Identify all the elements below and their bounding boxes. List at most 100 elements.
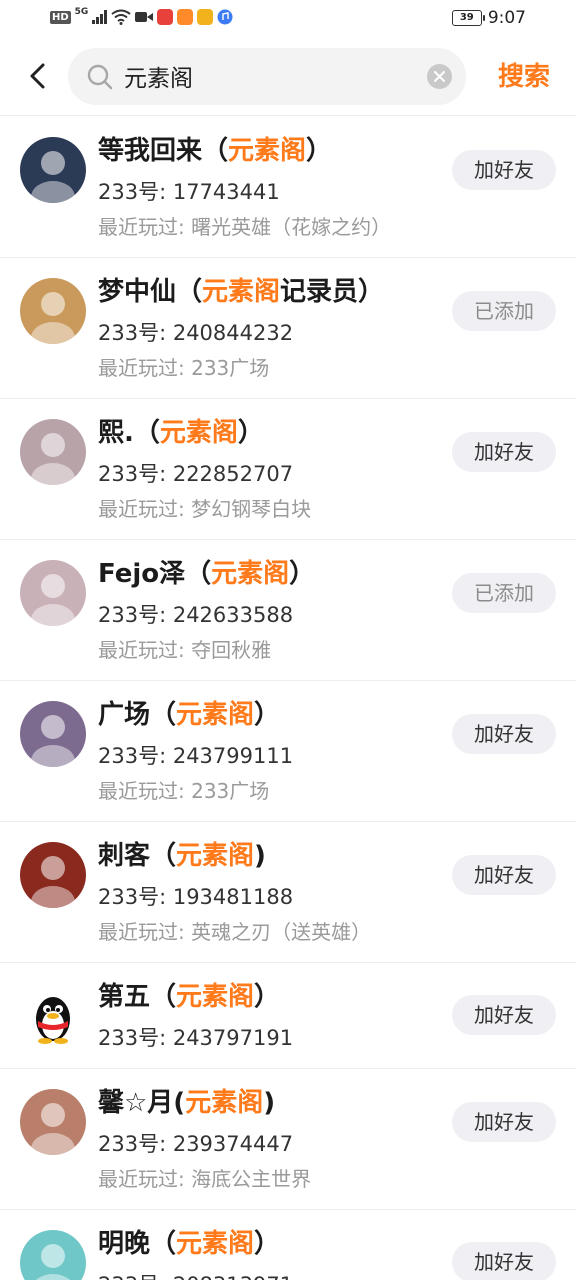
- search-header: 搜索: [0, 38, 576, 116]
- keyword-highlight: 元素阁: [211, 559, 290, 589]
- user-name-suffix: ）: [254, 1229, 281, 1259]
- avatar[interactable]: [20, 1230, 86, 1280]
- avatar[interactable]: [20, 137, 86, 203]
- user-name-suffix: 记录员）: [280, 277, 385, 307]
- user-name-prefix: 刺客（: [98, 841, 177, 871]
- user-id: 233号: 222852707: [98, 462, 294, 486]
- status-icons-left: HD 5G: [50, 7, 233, 25]
- user-name-prefix: 等我回来（: [98, 136, 229, 166]
- avatar[interactable]: [20, 560, 86, 626]
- add-friend-button[interactable]: 加好友: [452, 1242, 556, 1280]
- keyword-highlight: 元素阁: [176, 1229, 255, 1259]
- status-bar: HD 5G 39 9:07: [0, 0, 576, 38]
- user-name-suffix: ）: [254, 982, 281, 1012]
- user-id: 233号: 240844232: [98, 321, 294, 345]
- user-avatar-icon: [31, 856, 75, 908]
- app-yellow-icon: [197, 9, 214, 25]
- recently-played: 最近玩过: 233广场: [98, 356, 270, 380]
- search-button[interactable]: 搜索: [498, 56, 550, 93]
- recently-played: 最近玩过: 233广场: [98, 779, 270, 803]
- wifi-icon: [111, 9, 131, 25]
- user-id: 233号: 193481188: [98, 885, 294, 909]
- back-button[interactable]: [20, 58, 56, 94]
- search-input[interactable]: [124, 56, 424, 96]
- keyword-highlight: 元素阁: [202, 277, 281, 307]
- list-item[interactable]: 第五（元素阁） 233号: 243797191 加好友: [0, 963, 576, 1069]
- user-name: 等我回来（元素阁）: [98, 130, 332, 167]
- list-item[interactable]: 明晚（元素阁） 233号: 208313971 加好友: [0, 1210, 576, 1280]
- recently-played: 最近玩过: 曙光英雄（花嫁之约）: [98, 215, 392, 239]
- close-icon: [434, 71, 445, 82]
- add-friend-button[interactable]: 加好友: [452, 1102, 556, 1142]
- keyword-highlight: 元素阁: [228, 136, 307, 166]
- signal-icon: [92, 10, 108, 24]
- music-icon: [217, 9, 233, 25]
- add-friend-button[interactable]: 加好友: [452, 150, 556, 190]
- user-name-suffix: ）: [289, 559, 316, 589]
- user-name-suffix: ）: [237, 418, 264, 448]
- user-name: 梦中仙（元素阁记录员）: [98, 271, 384, 308]
- user-avatar-icon: [35, 1244, 71, 1280]
- user-id: 233号: 243797191: [98, 1026, 294, 1050]
- avatar[interactable]: [20, 983, 86, 1049]
- user-name-suffix: ）: [306, 136, 333, 166]
- list-item[interactable]: 馨☆月(元素阁) 233号: 239374447 最近玩过: 海底公主世界 加好友: [0, 1069, 576, 1210]
- avatar[interactable]: [20, 1089, 86, 1155]
- add-friend-button[interactable]: 加好友: [452, 855, 556, 895]
- video-icon: [135, 12, 154, 22]
- user-avatar-icon: [31, 151, 75, 203]
- recently-played: 最近玩过: 梦幻钢琴白块: [98, 497, 312, 521]
- network-type-label: 5G: [74, 7, 89, 17]
- avatar[interactable]: [20, 419, 86, 485]
- user-name-suffix: ）: [254, 700, 281, 730]
- add-friend-button[interactable]: 加好友: [452, 432, 556, 472]
- user-avatar-icon: [31, 715, 75, 767]
- keyword-highlight: 元素阁: [176, 700, 255, 730]
- list-item[interactable]: 熙.（元素阁） 233号: 222852707 最近玩过: 梦幻钢琴白块 加好友: [0, 399, 576, 540]
- added-friend-button[interactable]: 已添加: [452, 573, 556, 613]
- keyword-highlight: 元素阁: [176, 982, 255, 1012]
- user-name-prefix: 广场（: [98, 700, 177, 730]
- recently-played: 最近玩过: 海底公主世界: [98, 1167, 312, 1191]
- search-icon: [87, 64, 113, 90]
- user-avatar-icon: [31, 1103, 75, 1155]
- user-name-prefix: 明晚（: [98, 1229, 177, 1259]
- user-name: 馨☆月(元素阁): [98, 1082, 275, 1119]
- clock: 9:07: [487, 8, 526, 28]
- keyword-highlight: 元素阁: [159, 418, 238, 448]
- user-name-suffix: ): [263, 1088, 276, 1118]
- search-results-list: 等我回来（元素阁） 233号: 17743441 最近玩过: 曙光英雄（花嫁之约）加…: [0, 117, 576, 1280]
- user-name-prefix: 馨☆月(: [98, 1088, 186, 1118]
- battery-icon: 39: [451, 10, 485, 26]
- list-item[interactable]: Fejo泽（元素阁） 233号: 242633588 最近玩过: 夺回秋雅 已添加: [0, 540, 576, 681]
- user-name: 熙.（元素阁）: [98, 412, 264, 449]
- add-friend-button[interactable]: 加好友: [452, 995, 556, 1035]
- avatar[interactable]: [20, 278, 86, 344]
- add-friend-button[interactable]: 加好友: [452, 714, 556, 754]
- added-friend-button[interactable]: 已添加: [452, 291, 556, 331]
- recently-played: 最近玩过: 夺回秋雅: [98, 638, 272, 662]
- user-name: 刺客（元素阁): [98, 835, 266, 872]
- app-red-icon: [157, 9, 174, 25]
- user-id: 233号: 239374447: [98, 1132, 294, 1156]
- search-box[interactable]: [68, 48, 466, 105]
- keyword-highlight: 元素阁: [185, 1088, 264, 1118]
- penguin-icon: [36, 997, 70, 1044]
- avatar[interactable]: [20, 842, 86, 908]
- user-name-prefix: 第五（: [98, 982, 177, 1012]
- app-orange-icon: [177, 9, 194, 25]
- user-avatar-icon: [31, 433, 75, 485]
- user-id: 233号: 242633588: [98, 603, 294, 627]
- user-id: 233号: 17743441: [98, 180, 280, 204]
- list-item[interactable]: 广场（元素阁） 233号: 243799111 最近玩过: 233广场 加好友: [0, 681, 576, 822]
- user-avatar-icon: [31, 292, 75, 344]
- user-name: 广场（元素阁）: [98, 694, 280, 731]
- list-item[interactable]: 刺客（元素阁) 233号: 193481188 最近玩过: 英魂之刃（送英雄） 加好友: [0, 822, 576, 963]
- avatar[interactable]: [20, 701, 86, 767]
- list-item[interactable]: 等我回来（元素阁） 233号: 17743441 最近玩过: 曙光英雄（花嫁之约） 加…: [0, 117, 576, 258]
- list-item[interactable]: 梦中仙（元素阁记录员） 233号: 240844232 最近玩过: 233广场 已添加: [0, 258, 576, 399]
- user-id: 233号: 243799111: [98, 744, 294, 768]
- user-name-prefix: Fejo泽（: [98, 559, 212, 589]
- clear-search-button[interactable]: [427, 64, 452, 89]
- user-name: 明晚（元素阁）: [98, 1223, 280, 1260]
